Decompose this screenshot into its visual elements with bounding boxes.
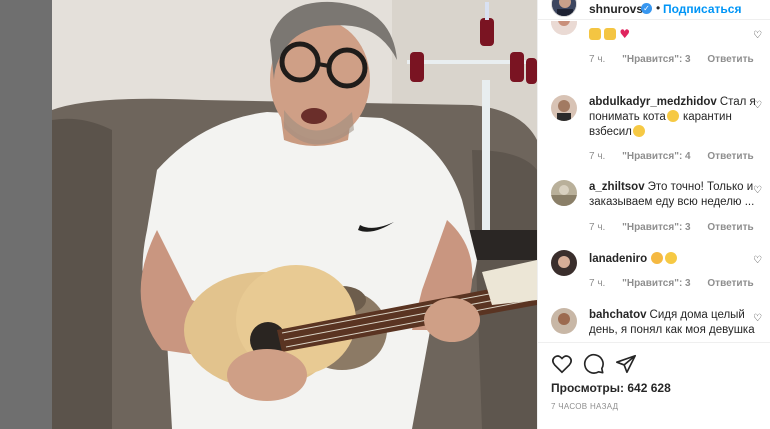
comments-list[interactable]: ♥ ♡ 7 ч. "Нравится": 3 Ответить abdulkad… [538,21,770,341]
comment-avatar[interactable] [551,21,577,35]
post-header: shnurovs ✓ • Подписаться [538,0,770,20]
star-struck-icon [651,252,664,264]
comment-reply-button[interactable]: Ответить [707,151,753,162]
comment-avatar[interactable] [551,308,577,334]
like-comment-icon[interactable]: ♡ [753,31,763,41]
comment-likes[interactable]: "Нравится": 3 [622,54,691,65]
video-player[interactable] [52,0,537,429]
comment-meta: 7 ч. "Нравится": 3 Ответить [589,278,768,289]
tears-of-joy-icon [632,125,645,137]
share-send-icon[interactable] [615,353,637,375]
comment-reply-button[interactable]: Ответить [707,222,753,233]
header-separator: • [656,1,661,15]
comment-likes[interactable]: "Нравится": 3 [622,222,691,233]
comment-reply-button[interactable]: Ответить [707,278,753,289]
comment-text: abdulkadyr_medzhidov Стал я понимать кота… [589,95,764,140]
comment-avatar-image [551,308,577,334]
comment-likes[interactable]: "Нравится": 3 [622,278,691,289]
like-comment-icon[interactable]: ♡ [753,101,763,111]
comment-time: 7 ч. [589,54,606,65]
tears-of-joy-icon [666,110,679,122]
comment-avatar[interactable] [551,180,577,206]
comment-time: 7 ч. [589,222,606,233]
comment-meta: 7 ч. "Нравится": 3 Ответить [589,222,768,233]
comment-text: ♥ [589,27,764,43]
comment-likes[interactable]: "Нравится": 4 [622,151,691,162]
comment-username[interactable]: abdulkadyr_medzhidov [589,96,717,108]
post-side-panel: shnurovs ✓ • Подписаться ♥ ♡ 7 ч. "Нрави… [537,0,770,429]
video-frame [52,0,537,429]
comment-bubble-icon[interactable] [583,353,605,375]
comment-username[interactable]: lanadeniro [589,253,647,265]
views-count: Просмотры: 642 628 [551,381,671,395]
like-comment-icon[interactable]: ♡ [753,256,763,266]
comment-avatar-image [551,95,577,121]
author-username[interactable]: shnurovs [589,2,643,16]
thumbs-up-icon [604,28,617,40]
comment-avatar-image [551,180,577,206]
like-comment-icon[interactable]: ♡ [753,314,763,324]
comment-username[interactable]: a_zhiltsov [589,181,645,193]
comment-time: 7 ч. [589,151,606,162]
comment-text: bahchatov Сидя дома целый день, я понял к… [589,308,764,338]
red-heart-icon: ♥ [619,27,631,41]
comment-avatar-image [551,250,577,276]
comment-meta: 7 ч. "Нравится": 4 Ответить [589,151,768,162]
post-timestamp[interactable]: 7 ЧАСОВ НАЗАД [551,402,618,411]
comment-avatar[interactable] [551,250,577,276]
comment-username[interactable]: bahchatov [589,309,647,321]
views-value: 642 628 [627,381,671,395]
comment-meta: 7 ч. "Нравится": 3 Ответить [589,54,768,65]
comment-avatar-image [551,21,577,35]
like-heart-icon[interactable] [551,353,573,375]
author-avatar[interactable] [551,0,577,17]
views-label: Просмотры: [551,381,625,395]
grinning-icon [665,252,678,264]
thumbs-up-icon [589,28,601,40]
author-avatar-image [552,0,576,16]
comment-reply-button[interactable]: Ответить [707,54,753,65]
verified-badge-icon: ✓ [641,3,652,14]
like-comment-icon[interactable]: ♡ [753,186,763,196]
comment-text: a_zhiltsov Это точно! Только и заказываем… [589,180,764,210]
comment-avatar[interactable] [551,95,577,121]
comment-time: 7 ч. [589,278,606,289]
follow-button[interactable]: Подписаться [663,2,741,16]
post-actions: Просмотры: 642 628 7 ЧАСОВ НАЗАД [538,342,770,429]
left-gutter [0,0,52,429]
comment-text: lanadeniro [589,252,764,267]
